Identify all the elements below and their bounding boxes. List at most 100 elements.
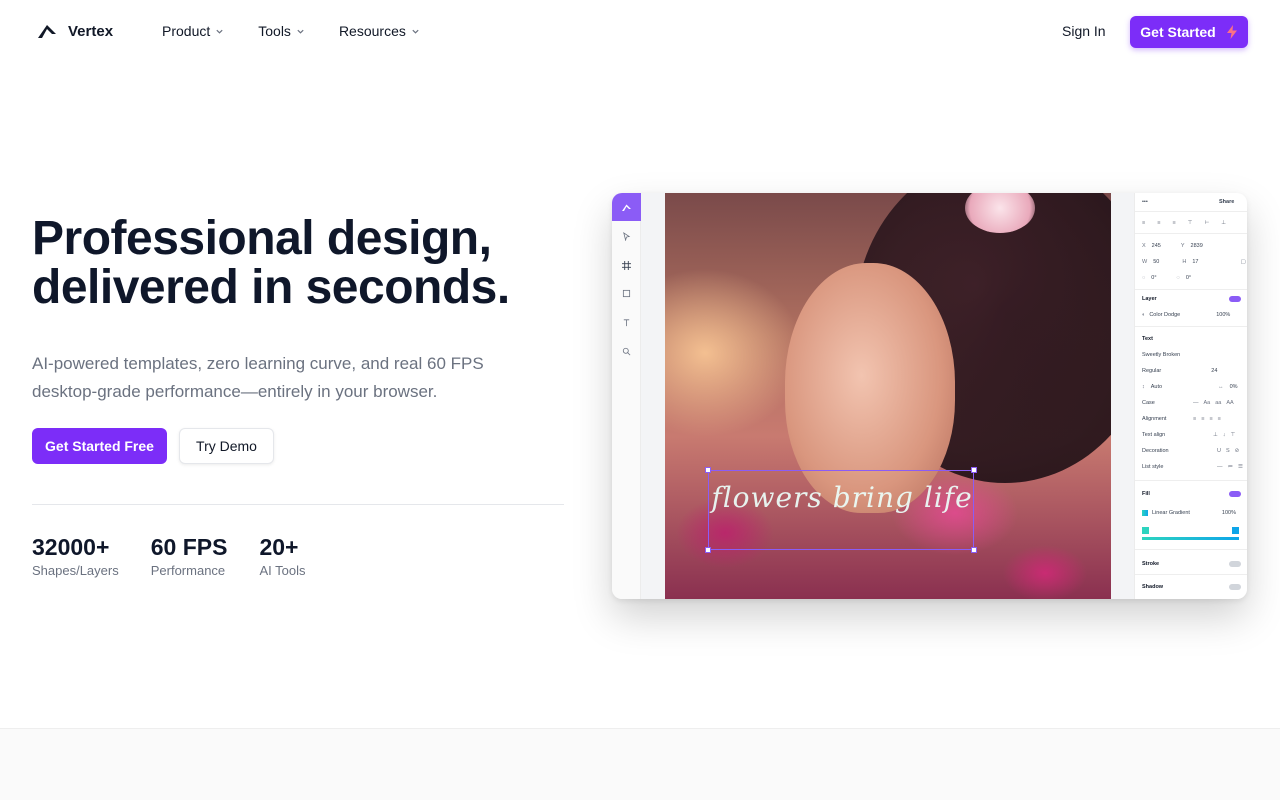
align-right-icon[interactable]: ≡ — [1172, 220, 1175, 226]
y-label: Y — [1180, 243, 1185, 249]
case-label: Case — [1142, 400, 1155, 406]
hero-title-line-2: delivered in seconds. — [32, 261, 510, 314]
lightning-icon — [1226, 25, 1237, 39]
letter-spacing-input[interactable]: 0% — [1230, 384, 1238, 390]
zoom-icon — [621, 346, 632, 357]
stroke-section-title: Stroke — [1142, 561, 1160, 567]
nav-item-product[interactable]: Product — [162, 23, 224, 39]
nav-item-resources[interactable]: Resources — [339, 23, 420, 39]
size-row: W 50 H 17 ▢ — [1142, 259, 1246, 265]
sign-in-link[interactable]: Sign In — [1062, 23, 1106, 39]
blend-mode-select[interactable]: Color Dodge — [1149, 312, 1180, 318]
pointer-icon — [621, 231, 632, 242]
gradient-bar[interactable] — [1142, 537, 1239, 540]
text-selection-box[interactable]: flowers bring life — [705, 467, 977, 553]
fill-row: Linear Gradient 100% — [1142, 510, 1236, 516]
blend-row: ◐ Color Dodge 100% — [1142, 312, 1230, 318]
lock-icon[interactable]: ▢ — [1240, 259, 1245, 265]
stat-value: 32000+ — [32, 534, 110, 560]
nav-item-label: Product — [162, 23, 211, 39]
gradient-stop-start[interactable] — [1142, 527, 1149, 534]
list-style-options[interactable]: — ≔ ☰ — [1217, 464, 1243, 470]
rotation-row: ◌ 0° ◌ 0° — [1142, 275, 1191, 281]
stats: 32000+ Shapes/Layers 60 FPS Performance … — [32, 533, 337, 578]
stat-label: Performance — [150, 563, 226, 578]
brand-name: Vertex — [68, 22, 114, 40]
x-input[interactable]: 245 — [1152, 243, 1161, 249]
properties-panel: ••• Share ≡ ≡ ≡ ⊤ ⊢ ⊥ X 245 Y 2839 W 50 … — [1134, 193, 1247, 599]
next-section-band — [0, 728, 1280, 800]
align-center-icon[interactable]: ≡ — [1157, 220, 1160, 226]
w-input[interactable]: 50 — [1153, 259, 1159, 265]
w-label: W — [1142, 259, 1148, 265]
stat-value: 60 FPS — [150, 534, 228, 560]
letter-spacing-icon: ↔ — [1218, 384, 1224, 390]
layer-toggle[interactable] — [1229, 296, 1241, 302]
layer-opacity-input[interactable]: 100% — [1216, 312, 1230, 318]
nav-item-label: Tools — [258, 23, 291, 39]
decoration-label: Decoration — [1142, 448, 1169, 454]
case-options[interactable]: — Aa aa AA — [1193, 400, 1234, 406]
get-started-button[interactable]: Get Started — [1130, 16, 1248, 48]
h-input[interactable]: 17 — [1192, 259, 1198, 265]
gradient-stop-end[interactable] — [1232, 527, 1239, 534]
divider — [1135, 233, 1247, 234]
brand-logo[interactable]: Vertex — [36, 22, 113, 40]
resize-handle[interactable] — [971, 467, 977, 473]
alignment-label: Alignment — [1142, 416, 1167, 422]
fill-toggle[interactable] — [1229, 491, 1241, 497]
align-middle-icon[interactable]: ⊢ — [1204, 220, 1209, 226]
hero-title: Professional design, delivered in second… — [32, 214, 572, 312]
font-weight-select[interactable]: Regular — [1142, 368, 1161, 374]
radius-icon: ◌ — [1176, 275, 1180, 281]
nav-menu: Product Tools Resources — [162, 23, 420, 39]
font-family-select[interactable]: Sweetly Broken — [1142, 352, 1180, 358]
nav-item-tools[interactable]: Tools — [258, 23, 305, 39]
h-label: H — [1182, 259, 1187, 265]
stat-shapes: 32000+ Shapes/Layers — [32, 533, 119, 578]
align-bottom-icon[interactable]: ⊥ — [1221, 220, 1226, 226]
nav-item-label: Resources — [338, 23, 406, 39]
layer-section-title: Layer — [1142, 296, 1157, 302]
fill-opacity-input[interactable]: 100% — [1222, 510, 1236, 516]
fill-swatch[interactable] — [1142, 510, 1148, 516]
stat-label: Shapes/Layers — [32, 563, 119, 578]
align-top-icon[interactable]: ⊤ — [1188, 220, 1193, 226]
decoration-options[interactable]: U S ⊘ — [1217, 448, 1239, 454]
try-demo-button[interactable]: Try Demo — [179, 428, 274, 464]
share-button[interactable]: Share — [1219, 199, 1234, 205]
divider — [1135, 289, 1247, 290]
resize-handle[interactable] — [971, 547, 977, 553]
top-nav: Vertex Product Tools Resources Sign In G… — [0, 0, 1280, 64]
rotation-input[interactable]: 0° — [1151, 275, 1156, 281]
divider — [1135, 549, 1247, 550]
resize-handle[interactable] — [705, 467, 711, 473]
list-style-label: List style — [1142, 464, 1164, 470]
line-height-icon: ↕ — [1142, 384, 1145, 390]
radius-input[interactable]: 0° — [1186, 275, 1191, 281]
stat-ai-tools: 20+ AI Tools — [259, 533, 305, 578]
vertex-logo-icon — [38, 25, 56, 38]
line-height-input[interactable]: Auto — [1151, 384, 1162, 390]
rotation-icon: ◌ — [1142, 275, 1146, 281]
align-left-icon[interactable]: ≡ — [1142, 220, 1145, 226]
divider — [1135, 574, 1247, 575]
shadow-toggle[interactable] — [1229, 584, 1241, 590]
divider — [1135, 326, 1247, 327]
canvas-script-text: flowers bring life — [711, 481, 973, 514]
frame-icon — [621, 260, 632, 271]
resize-handle[interactable] — [705, 547, 711, 553]
text-align-options[interactable]: ⊥ ↓ ⊤ — [1213, 432, 1235, 438]
alignment-options[interactable]: ≡ ≡ ≡ ≡ — [1193, 416, 1221, 422]
y-input[interactable]: 2839 — [1191, 243, 1203, 249]
chevron-down-icon — [216, 29, 223, 34]
text-tool-icon — [621, 317, 632, 328]
panel-menu[interactable]: ••• — [1142, 199, 1148, 205]
get-started-free-button[interactable]: Get Started Free — [32, 428, 167, 464]
design-canvas[interactable]: flowers bring life — [665, 193, 1111, 599]
font-size-input[interactable]: 24 — [1211, 368, 1217, 374]
fill-type-select[interactable]: Linear Gradient — [1152, 510, 1190, 516]
app-mockup: flowers bring life ••• Share ≡ ≡ ≡ ⊤ ⊢ ⊥… — [612, 193, 1247, 599]
divider — [1135, 480, 1247, 481]
stroke-toggle[interactable] — [1229, 561, 1241, 567]
